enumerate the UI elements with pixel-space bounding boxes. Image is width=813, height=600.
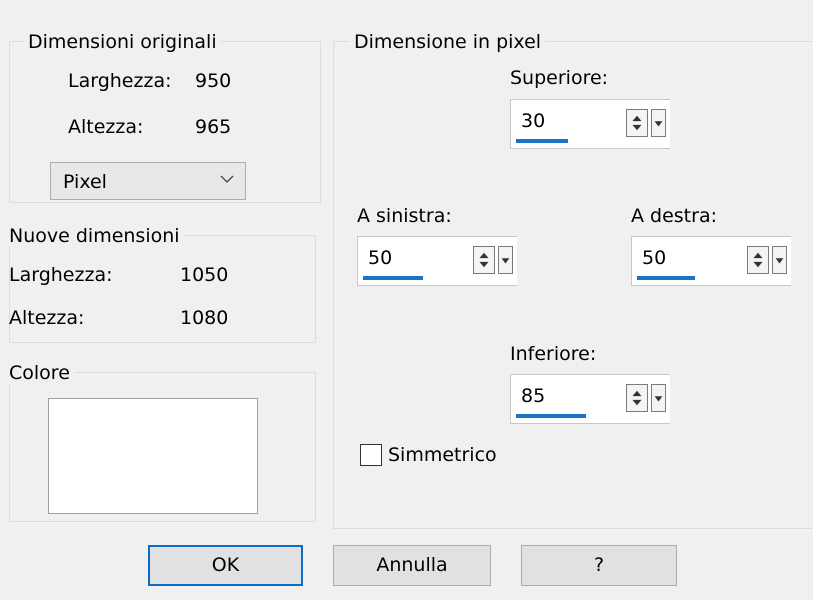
unit-select[interactable]: Pixel: [50, 162, 246, 200]
dropdown-arrow-icon[interactable]: [651, 384, 666, 412]
dropdown-arrow-icon[interactable]: [651, 109, 666, 137]
chevron-down-icon: [220, 175, 234, 183]
bottom-value: 85: [521, 385, 546, 407]
right-value-bar: [637, 276, 695, 280]
new-dimensions-title: Nuove dimensioni: [5, 225, 184, 247]
right-label: A destra:: [631, 205, 717, 227]
bottom-label: Inferiore:: [510, 343, 597, 365]
spin-arrows-icon[interactable]: [626, 109, 648, 137]
left-value-bar: [363, 276, 423, 280]
spin-arrows-icon[interactable]: [626, 384, 648, 412]
original-width-value: 950: [195, 70, 232, 92]
color-title: Colore: [5, 362, 74, 384]
new-width-value: 1050: [180, 264, 229, 286]
symmetric-label[interactable]: Simmetrico: [388, 444, 497, 466]
left-label: A sinistra:: [357, 205, 452, 227]
right-spinner[interactable]: 50: [631, 236, 791, 286]
ok-button[interactable]: OK: [148, 545, 303, 586]
left-value: 50: [368, 247, 393, 269]
original-width-label: Larghezza:: [68, 70, 172, 92]
original-dimensions-title: Dimensioni originali: [24, 31, 221, 53]
original-height-value: 965: [195, 116, 232, 138]
new-height-value: 1080: [180, 307, 229, 329]
color-swatch[interactable]: [48, 398, 258, 514]
symmetric-checkbox[interactable]: [360, 444, 382, 466]
help-button[interactable]: ?: [521, 545, 677, 586]
new-width-label: Larghezza:: [9, 264, 113, 286]
dropdown-arrow-icon[interactable]: [772, 246, 787, 274]
pixel-dimensions-title: Dimensione in pixel: [350, 31, 546, 53]
top-spinner[interactable]: 30: [510, 99, 670, 149]
top-value-bar: [516, 139, 568, 143]
unit-select-value: Pixel: [63, 171, 107, 193]
new-height-label: Altezza:: [9, 307, 85, 329]
spin-arrows-icon[interactable]: [473, 246, 495, 274]
right-value: 50: [642, 247, 667, 269]
top-label: Superiore:: [510, 67, 609, 89]
dropdown-arrow-icon[interactable]: [498, 246, 513, 274]
cancel-button[interactable]: Annulla: [333, 545, 491, 586]
left-spinner[interactable]: 50: [357, 236, 517, 286]
bottom-value-bar: [516, 414, 586, 418]
bottom-spinner[interactable]: 85: [510, 374, 670, 424]
spin-arrows-icon[interactable]: [747, 246, 769, 274]
top-value: 30: [521, 110, 546, 132]
original-height-label: Altezza:: [68, 116, 144, 138]
